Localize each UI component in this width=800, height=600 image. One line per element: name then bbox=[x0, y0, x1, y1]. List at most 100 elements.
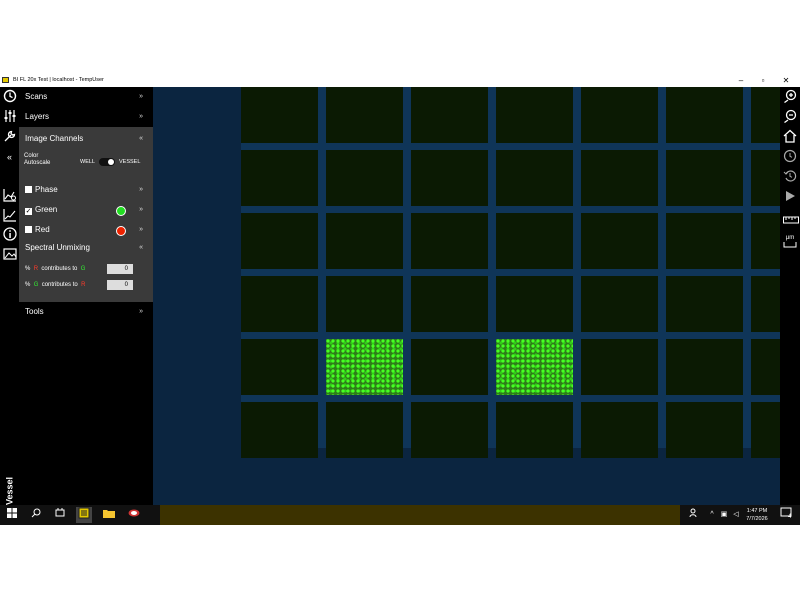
well-fluorescent[interactable] bbox=[326, 339, 403, 395]
sliders-icon[interactable] bbox=[2, 109, 17, 124]
wrench-icon[interactable] bbox=[2, 129, 17, 144]
chevron-up-icon: « bbox=[139, 244, 143, 251]
channel-row-phase[interactable]: Phase » bbox=[25, 182, 147, 198]
channel-label: Green bbox=[35, 205, 58, 214]
right-toolbar: μm bbox=[780, 87, 800, 525]
ruler-icon[interactable] bbox=[783, 215, 799, 229]
channel-row-green[interactable]: ✓ Green » bbox=[25, 202, 147, 218]
well[interactable] bbox=[666, 87, 743, 143]
well[interactable] bbox=[666, 339, 743, 395]
well[interactable] bbox=[326, 213, 403, 269]
autoscale-toggle[interactable] bbox=[99, 158, 115, 166]
well[interactable] bbox=[241, 276, 318, 332]
channel-label: Red bbox=[35, 225, 50, 234]
green-color-swatch[interactable] bbox=[116, 206, 126, 216]
scale-um-icon[interactable]: μm bbox=[783, 234, 797, 248]
well[interactable] bbox=[496, 213, 573, 269]
spectral-unmixing-header[interactable]: Spectral Unmixing « bbox=[25, 240, 147, 256]
well[interactable] bbox=[581, 339, 658, 395]
well[interactable] bbox=[666, 276, 743, 332]
well[interactable] bbox=[326, 87, 403, 143]
left-icon-strip: « Vessel bbox=[0, 87, 19, 525]
unmix-g-to-r-input[interactable]: 0 bbox=[107, 280, 133, 290]
well[interactable] bbox=[496, 402, 573, 458]
system-clock[interactable]: 1:47 PM 7/7/2026 bbox=[740, 507, 774, 523]
home-icon[interactable] bbox=[783, 129, 797, 143]
well[interactable] bbox=[241, 213, 318, 269]
history-icon[interactable] bbox=[783, 149, 797, 163]
plot-icon[interactable] bbox=[2, 208, 17, 223]
taskbar-highlight bbox=[160, 505, 680, 525]
zoom-out-icon[interactable] bbox=[783, 109, 797, 124]
red-color-swatch[interactable] bbox=[116, 226, 126, 236]
well[interactable] bbox=[496, 276, 573, 332]
well[interactable] bbox=[411, 276, 488, 332]
chevron-down-icon: » bbox=[139, 226, 143, 233]
title-bar: BI FL 20x Test | localhost - TempUser – … bbox=[0, 74, 800, 87]
well[interactable] bbox=[241, 150, 318, 206]
unmix-r-to-g-input[interactable]: 0 bbox=[107, 264, 133, 274]
well[interactable] bbox=[326, 150, 403, 206]
clock-time: 1:47 PM bbox=[746, 508, 768, 514]
well[interactable] bbox=[666, 402, 743, 458]
well[interactable] bbox=[581, 402, 658, 458]
image-channels-header[interactable]: Image Channels « bbox=[25, 131, 147, 147]
windows-start-icon[interactable] bbox=[4, 507, 20, 523]
browser-icon[interactable] bbox=[126, 507, 142, 523]
minimize-button[interactable]: – bbox=[730, 75, 752, 86]
plate-view[interactable] bbox=[153, 87, 800, 525]
green-checkbox[interactable]: ✓ bbox=[25, 208, 32, 215]
well[interactable] bbox=[666, 150, 743, 206]
well[interactable] bbox=[241, 87, 318, 143]
well-label: WELL bbox=[80, 159, 95, 165]
phase-checkbox[interactable] bbox=[25, 186, 32, 193]
well[interactable] bbox=[496, 87, 573, 143]
layers-section[interactable]: Layers » bbox=[25, 109, 147, 125]
well[interactable] bbox=[581, 213, 658, 269]
well[interactable] bbox=[326, 402, 403, 458]
side-panel: Scans » Layers » Image Channels « Color … bbox=[19, 87, 153, 525]
well[interactable] bbox=[411, 402, 488, 458]
restore-icon[interactable] bbox=[783, 169, 797, 183]
collapse-icon[interactable]: « bbox=[2, 150, 17, 165]
channel-row-red[interactable]: Red » bbox=[25, 222, 147, 238]
well[interactable] bbox=[411, 339, 488, 395]
spectral-unmixing-label: Spectral Unmixing bbox=[25, 243, 90, 252]
restore-button[interactable]: ▫ bbox=[752, 75, 774, 86]
play-icon[interactable] bbox=[783, 189, 797, 203]
search-icon[interactable] bbox=[28, 507, 44, 523]
app-logo-icon bbox=[2, 77, 9, 83]
percent-label: % bbox=[25, 282, 31, 288]
well[interactable] bbox=[241, 339, 318, 395]
well[interactable] bbox=[581, 87, 658, 143]
contributes-label: contributes to bbox=[41, 266, 78, 272]
well[interactable] bbox=[326, 276, 403, 332]
clock-icon[interactable] bbox=[2, 89, 17, 104]
notifications-icon[interactable]: 4 bbox=[778, 507, 794, 523]
chevron-down-icon: » bbox=[139, 113, 143, 120]
well[interactable] bbox=[496, 150, 573, 206]
image-icon[interactable] bbox=[2, 247, 17, 262]
close-button[interactable]: ✕ bbox=[775, 75, 797, 86]
well[interactable] bbox=[411, 87, 488, 143]
tools-section[interactable]: Tools » bbox=[25, 304, 147, 320]
well[interactable] bbox=[241, 402, 318, 458]
info-icon[interactable] bbox=[2, 227, 17, 242]
file-explorer-icon[interactable] bbox=[101, 507, 117, 523]
plot-gear-icon[interactable] bbox=[2, 188, 17, 203]
app-taskbar-icon[interactable] bbox=[76, 507, 92, 523]
people-icon[interactable] bbox=[686, 507, 702, 523]
well[interactable] bbox=[666, 213, 743, 269]
task-view-icon[interactable] bbox=[52, 507, 68, 523]
scans-section[interactable]: Scans » bbox=[25, 89, 147, 105]
chevron-down-icon: » bbox=[139, 308, 143, 315]
red-checkbox[interactable] bbox=[25, 226, 32, 233]
well-fluorescent[interactable] bbox=[496, 339, 573, 395]
unmix-row-g-to-r: % G contributes to R 0 bbox=[25, 277, 147, 293]
well[interactable] bbox=[581, 276, 658, 332]
well[interactable] bbox=[411, 213, 488, 269]
well[interactable] bbox=[411, 150, 488, 206]
chevron-down-icon: » bbox=[139, 206, 143, 213]
zoom-in-icon[interactable] bbox=[783, 89, 797, 104]
well[interactable] bbox=[581, 150, 658, 206]
